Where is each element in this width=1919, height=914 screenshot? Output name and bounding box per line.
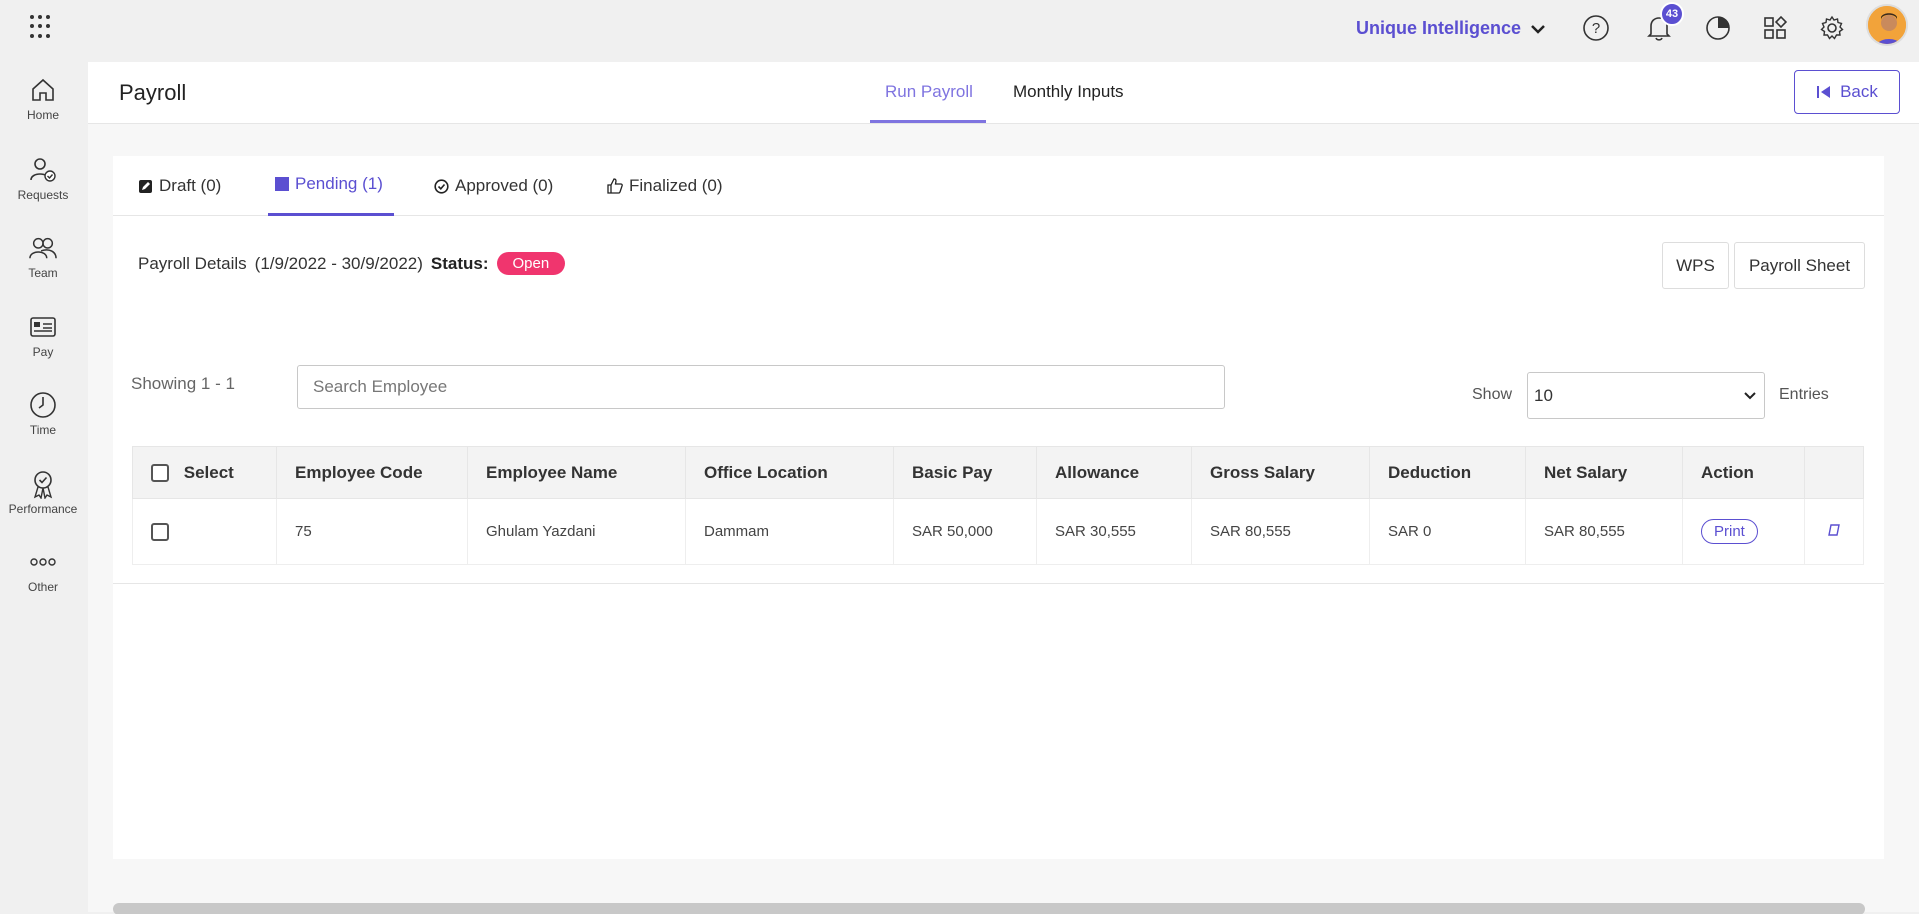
divider (113, 583, 1884, 584)
column-header: Action (1682, 446, 1805, 499)
column-header-select: Select (132, 446, 277, 499)
column-header[interactable]: Deduction (1369, 446, 1526, 499)
chevron-down-icon (1531, 24, 1545, 34)
sidebar-item-other[interactable]: Other (0, 548, 86, 594)
sidebar-item-label: Other (27, 580, 58, 594)
column-header[interactable]: Allowance (1036, 446, 1192, 499)
notification-badge: 43 (1660, 2, 1684, 26)
show-label: Show (1472, 386, 1513, 403)
sidebar-item-label: Home (26, 108, 59, 122)
help-icon[interactable]: ? (1582, 14, 1610, 42)
print-button[interactable]: Print (1701, 519, 1758, 544)
sidebar: Home Requests Team Pay Time Performance (0, 60, 86, 914)
sidebar-item-performance[interactable]: Performance (0, 470, 86, 516)
back-button[interactable]: Back (1794, 70, 1900, 114)
allowance-cell: SAR 30,555 (1036, 498, 1192, 565)
status-label: Status: (430, 253, 489, 273)
details-label: Payroll Details (138, 253, 247, 273)
company-selector[interactable]: Unique Intelligence (1356, 18, 1545, 39)
net-salary-cell: SAR 80,555 (1525, 498, 1683, 565)
team-icon (29, 234, 57, 262)
entries-select[interactable]: 10 (1527, 372, 1765, 419)
clock-icon (29, 391, 57, 419)
sidebar-item-label: Time (29, 423, 57, 437)
main-content: Payroll Run Payroll Monthly Inputs Back … (88, 62, 1919, 914)
sidebar-item-label: Requests (17, 188, 69, 202)
employee-name-cell: Ghulam Yazdani (467, 498, 686, 565)
horizontal-scrollbar[interactable] (113, 903, 1865, 914)
office-location-cell: Dammam (685, 498, 894, 565)
tab-pending[interactable]: Pending (1) (275, 174, 383, 194)
payroll-sheet-button[interactable]: Payroll Sheet (1734, 242, 1865, 289)
column-header[interactable]: Basic Pay (893, 446, 1037, 499)
action-cell: Print (1682, 498, 1805, 565)
table-row: 75 Ghulam Yazdani Dammam SAR 50,000 SAR … (132, 498, 1864, 565)
active-tab-indicator (870, 120, 986, 123)
thumbs-up-icon (607, 178, 623, 194)
page-title: Payroll (119, 80, 187, 105)
sidebar-item-label: Pay (32, 345, 54, 359)
entries-value: 10 (1534, 385, 1553, 405)
edit-icon (139, 179, 152, 193)
sidebar-item-team[interactable]: Team (0, 234, 86, 280)
check-circle-icon (434, 178, 449, 194)
sidebar-item-pay[interactable]: Pay (0, 313, 86, 359)
payroll-card: Draft (0) Pending (1) Approved (0) Final… (113, 156, 1884, 859)
showing-count: Showing 1 - 1 (131, 374, 235, 393)
page-header: Payroll Run Payroll Monthly Inputs Back (88, 62, 1919, 124)
row-select-cell (132, 498, 277, 565)
pay-icon (29, 313, 57, 341)
sidebar-item-requests[interactable]: Requests (0, 156, 86, 202)
wps-button[interactable]: WPS (1662, 242, 1729, 289)
chevron-down-icon (1744, 391, 1756, 399)
details-period: (1/9/2022 - 30/9/2022) (254, 253, 423, 273)
active-status-tab-indicator (268, 213, 394, 216)
tab-run-payroll[interactable]: Run Payroll (885, 82, 973, 102)
award-icon (29, 470, 57, 499)
employee-code-cell: 75 (276, 498, 468, 565)
column-header[interactable]: Office Location (685, 446, 894, 499)
svg-text:?: ? (1592, 20, 1600, 37)
back-label: Back (1840, 82, 1878, 101)
sidebar-item-time[interactable]: Time (0, 391, 86, 437)
status-tabs: Draft (0) Pending (1) Approved (0) Final… (113, 156, 1884, 216)
avatar[interactable] (1866, 4, 1908, 46)
row-checkbox[interactable] (151, 522, 169, 541)
basic-pay-cell: SAR 50,000 (893, 498, 1037, 565)
sidebar-item-label: Team (28, 266, 58, 280)
gross-salary-cell: SAR 80,555 (1191, 498, 1370, 565)
sidebar-item-home[interactable]: Home (0, 76, 86, 122)
column-header[interactable]: Employee Name (467, 446, 686, 499)
gear-icon[interactable] (1818, 14, 1846, 42)
status-badge: Open (496, 252, 566, 275)
requests-icon (29, 156, 57, 184)
top-bar: Unique Intelligence ? 43 (0, 0, 1919, 60)
widgets-icon[interactable] (1761, 14, 1789, 42)
back-icon (1817, 86, 1831, 98)
pending-icon (275, 177, 289, 191)
more-icon (29, 548, 57, 576)
column-header[interactable]: Employee Code (276, 446, 468, 499)
column-header[interactable]: Gross Salary (1191, 446, 1370, 499)
select-all-checkbox[interactable] (151, 464, 169, 483)
deduction-cell: SAR 0 (1369, 498, 1526, 565)
entries-label: Entries (1779, 386, 1829, 403)
tab-approved[interactable]: Approved (0) (434, 176, 553, 196)
tab-monthly-inputs[interactable]: Monthly Inputs (1013, 82, 1124, 102)
pie-chart-icon[interactable] (1704, 14, 1732, 42)
table-header-row: Select Employee Code Employee Name Offic… (132, 446, 1864, 499)
payroll-details: Payroll Details (1/9/2022 - 30/9/2022) S… (138, 252, 566, 275)
row-extra-cell (1804, 498, 1864, 565)
tab-finalized[interactable]: Finalized (0) (607, 176, 723, 196)
payroll-table: Select Employee Code Employee Name Offic… (132, 446, 1864, 565)
search-input[interactable] (297, 365, 1225, 409)
app-launcher-icon[interactable] (30, 15, 54, 39)
column-header-extra (1804, 446, 1864, 499)
sidebar-item-label: Performance (8, 502, 78, 516)
copy-icon[interactable] (1828, 523, 1840, 537)
company-name: Unique Intelligence (1356, 18, 1522, 38)
column-header[interactable]: Net Salary (1525, 446, 1683, 499)
home-icon (29, 76, 57, 104)
tab-draft[interactable]: Draft (0) (138, 176, 221, 196)
